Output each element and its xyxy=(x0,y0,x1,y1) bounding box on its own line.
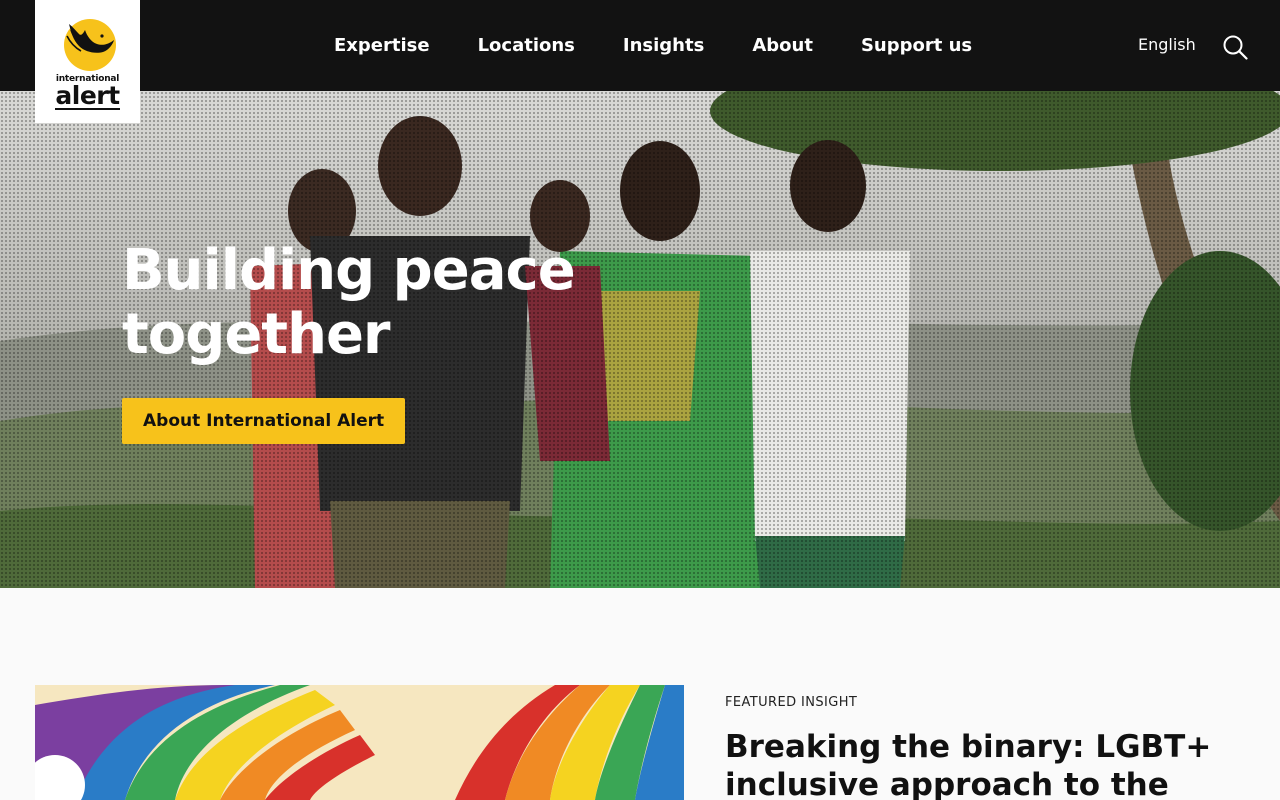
language-selector[interactable]: English xyxy=(1138,35,1196,54)
search-icon[interactable] xyxy=(1222,34,1248,60)
rainbow-flag-image xyxy=(35,685,684,800)
hero-title: Building peace together xyxy=(122,238,576,367)
logo-wordmark-big: alert xyxy=(55,81,120,110)
site-logo[interactable]: international alert xyxy=(35,0,140,123)
nav-item-about[interactable]: About xyxy=(752,35,813,56)
featured-insight-image[interactable] xyxy=(35,685,684,800)
nav-item-support-us[interactable]: Support us xyxy=(861,35,972,56)
about-cta-button[interactable]: About International Alert xyxy=(122,398,406,444)
featured-insight-title[interactable]: Breaking the binary: LGBT+ inclusive app… xyxy=(725,728,1245,800)
featured-insight-label: FEATURED INSIGHT xyxy=(725,695,858,710)
nav-item-locations[interactable]: Locations xyxy=(478,35,575,56)
main-nav: Expertise Locations Insights About Suppo… xyxy=(310,0,996,91)
nav-item-expertise[interactable]: Expertise xyxy=(334,35,430,56)
hero-banner: Building peace together About Internatio… xyxy=(0,91,1280,588)
site-header: Expertise Locations Insights About Suppo… xyxy=(0,0,1280,91)
nav-item-insights[interactable]: Insights xyxy=(623,35,704,56)
dove-hand-icon xyxy=(63,19,116,71)
